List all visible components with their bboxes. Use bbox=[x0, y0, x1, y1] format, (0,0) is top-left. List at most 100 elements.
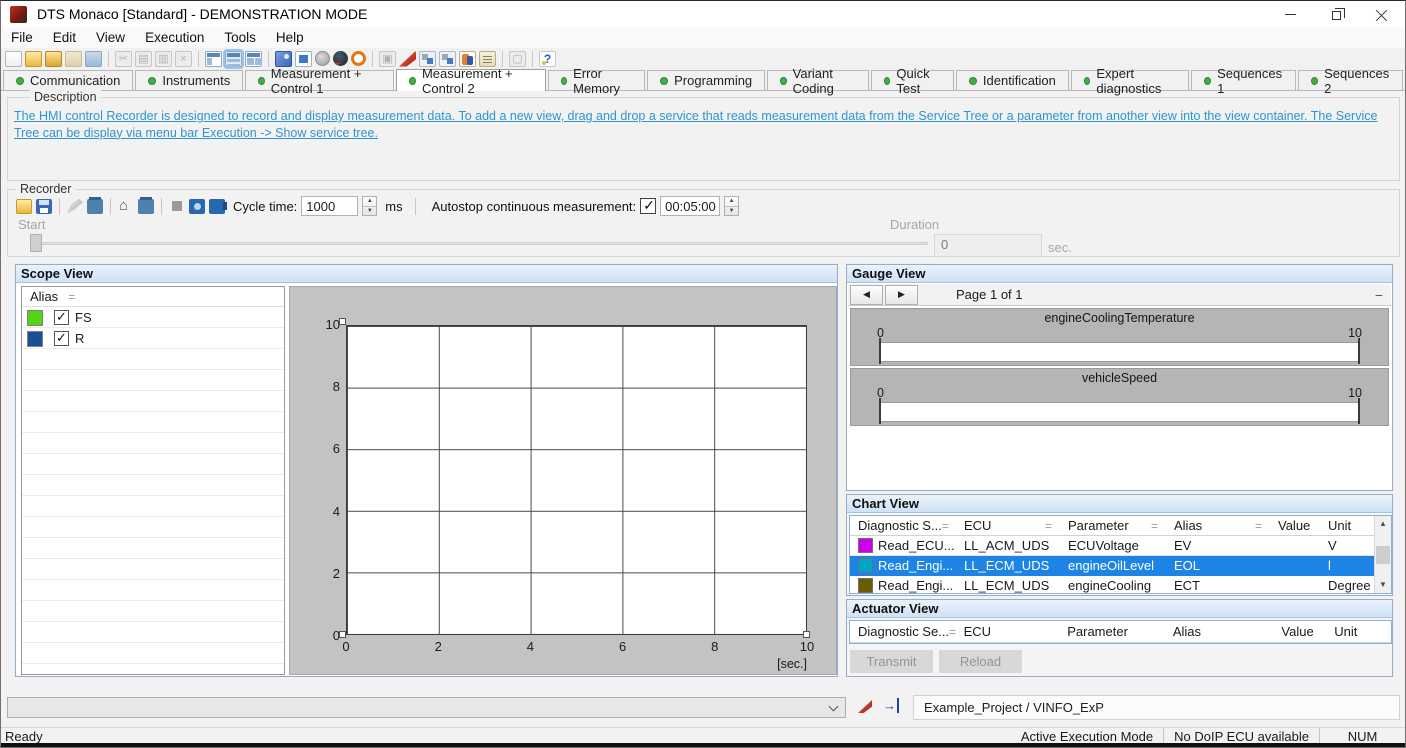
col-alias[interactable]: Alias= bbox=[1166, 516, 1270, 535]
table-row-selected[interactable]: Read_Engi... LL_ECM_UDS engineOilLevel E… bbox=[850, 556, 1391, 576]
tab-quick-test[interactable]: Quick Test bbox=[871, 70, 954, 90]
video-icon[interactable] bbox=[209, 199, 225, 214]
open-recording-icon[interactable] bbox=[16, 199, 32, 214]
delete-icon[interactable]: × bbox=[175, 51, 192, 67]
duration-input[interactable]: 0 bbox=[934, 234, 1042, 257]
col-diagnostic-service[interactable]: Diagnostic S...= bbox=[850, 516, 956, 535]
description-link[interactable]: The HMI control Recorder is designed to … bbox=[14, 108, 1394, 141]
col-diagnostic-service[interactable]: Diagnostic Se...= bbox=[850, 621, 956, 642]
menu-view[interactable]: View bbox=[86, 27, 135, 48]
x-tick: 10 bbox=[800, 639, 814, 654]
record-icon[interactable] bbox=[333, 51, 348, 66]
transmit-button[interactable]: Transmit bbox=[850, 650, 933, 673]
collapse-button[interactable]: − bbox=[1375, 287, 1383, 303]
clear-views-icon[interactable] bbox=[138, 199, 154, 214]
help-icon[interactable]: ? bbox=[539, 51, 556, 67]
open-workspace-icon[interactable] bbox=[65, 51, 82, 67]
copy-icon[interactable]: ▤ bbox=[135, 51, 152, 67]
alias-column-header[interactable]: Alias = bbox=[22, 287, 284, 307]
signal-row-fs[interactable]: FS bbox=[22, 307, 284, 328]
page-next-button[interactable]: ▶ bbox=[885, 285, 918, 305]
col-ecu[interactable]: ECU bbox=[956, 621, 1060, 642]
col-alias[interactable]: Alias bbox=[1165, 621, 1274, 642]
autostop-stepper[interactable]: ▲▼ bbox=[724, 196, 739, 216]
scrollbar-thumb[interactable] bbox=[1376, 546, 1390, 564]
notes-icon[interactable] bbox=[479, 51, 496, 67]
autostop-time-input[interactable]: 00:05:00 bbox=[660, 196, 720, 216]
message-combobox[interactable] bbox=[7, 697, 846, 718]
start-slider-thumb[interactable] bbox=[30, 234, 42, 252]
tab-sequences-2[interactable]: Sequences 2 bbox=[1298, 70, 1403, 90]
scroll-up-icon[interactable]: ▲ bbox=[1375, 516, 1391, 532]
home-icon[interactable] bbox=[118, 199, 134, 214]
stop-icon[interactable] bbox=[172, 201, 182, 211]
tab-instruments[interactable]: Instruments bbox=[135, 70, 243, 90]
save-recording-icon[interactable] bbox=[36, 199, 52, 214]
ecu-access-icon[interactable] bbox=[459, 51, 476, 67]
signal-checkbox[interactable] bbox=[54, 310, 69, 325]
menu-execution[interactable]: Execution bbox=[135, 27, 214, 48]
col-unit[interactable]: Unit bbox=[1326, 621, 1391, 642]
axis-handle[interactable] bbox=[339, 631, 346, 638]
tab-identification[interactable]: Identification bbox=[956, 70, 1069, 90]
save-icon[interactable] bbox=[85, 51, 102, 67]
start-execution-icon[interactable] bbox=[275, 51, 292, 67]
menu-file[interactable]: File bbox=[1, 27, 43, 48]
open-folder-icon[interactable] bbox=[45, 51, 62, 67]
screenshot-icon[interactable]: ▣ bbox=[379, 51, 396, 67]
col-value[interactable]: Value bbox=[1273, 621, 1326, 642]
stop-execution-icon[interactable] bbox=[295, 51, 312, 67]
single-shot-icon[interactable] bbox=[315, 51, 330, 66]
col-parameter[interactable]: Parameter bbox=[1059, 621, 1165, 642]
layout-left-icon[interactable] bbox=[205, 51, 222, 67]
col-value[interactable]: Value bbox=[1270, 516, 1320, 535]
tab-expert-diagnostics[interactable]: Expert diagnostics bbox=[1071, 70, 1189, 90]
clear-icon[interactable] bbox=[87, 199, 103, 214]
tab-sequences-1[interactable]: Sequences 1 bbox=[1191, 70, 1296, 90]
tab-programming[interactable]: Programming bbox=[647, 70, 765, 90]
edit-icon[interactable] bbox=[67, 199, 83, 214]
autostop-checkbox[interactable] bbox=[640, 198, 656, 214]
disconnect-icon[interactable] bbox=[439, 51, 456, 67]
project-enter-icon[interactable]: → bbox=[883, 698, 899, 713]
minimize-button[interactable] bbox=[1267, 1, 1313, 27]
connect-icon[interactable] bbox=[419, 51, 436, 67]
paste-icon[interactable]: ▥ bbox=[155, 51, 172, 67]
menu-edit[interactable]: Edit bbox=[43, 27, 86, 48]
flash-programming-icon[interactable] bbox=[399, 51, 416, 67]
refresh-icon[interactable] bbox=[351, 51, 366, 66]
scroll-down-icon[interactable]: ▼ bbox=[1375, 577, 1391, 593]
tab-variant-coding[interactable]: Variant Coding bbox=[767, 70, 869, 90]
axis-handle[interactable] bbox=[803, 631, 810, 638]
table-row[interactable]: Read_ECU... LL_ACM_UDS ECUVoltage EV V bbox=[850, 536, 1391, 556]
col-parameter[interactable]: Parameter= bbox=[1060, 516, 1166, 535]
restore-button[interactable] bbox=[1313, 1, 1359, 27]
cut-icon[interactable]: ✂ bbox=[115, 51, 132, 67]
tab-communication[interactable]: Communication bbox=[3, 70, 133, 90]
reload-button[interactable]: Reload bbox=[939, 650, 1022, 673]
new-file-icon[interactable] bbox=[5, 51, 22, 67]
page-prev-button[interactable]: ◀ bbox=[850, 285, 883, 305]
window-icon[interactable]: ▢ bbox=[509, 51, 526, 67]
start-slider-track[interactable] bbox=[30, 242, 928, 245]
execute-icon[interactable] bbox=[858, 700, 872, 713]
layout-rows-icon[interactable] bbox=[225, 51, 242, 67]
close-button[interactable] bbox=[1359, 1, 1405, 27]
signal-row-r[interactable]: R bbox=[22, 328, 284, 349]
cycle-time-stepper[interactable]: ▲▼ bbox=[362, 196, 377, 216]
vertical-scrollbar[interactable]: ▲ ▼ bbox=[1374, 516, 1391, 593]
tab-measurement-control-1[interactable]: Measurement + Control 1 bbox=[245, 70, 394, 90]
layout-grid-icon[interactable] bbox=[245, 51, 262, 67]
table-row[interactable]: Read_Engi... LL_ECM_UDS engineCooling EC… bbox=[850, 576, 1391, 594]
col-unit[interactable]: Unit bbox=[1320, 516, 1376, 535]
cycle-time-input[interactable]: 1000 bbox=[301, 196, 358, 216]
menu-tools[interactable]: Tools bbox=[214, 27, 266, 48]
col-ecu[interactable]: ECU= bbox=[956, 516, 1060, 535]
tab-error-memory[interactable]: Error Memory bbox=[548, 70, 645, 90]
snapshot-icon[interactable] bbox=[189, 199, 205, 214]
menu-help[interactable]: Help bbox=[266, 27, 314, 48]
tab-measurement-control-2[interactable]: Measurement + Control 2 bbox=[396, 69, 545, 91]
axis-handle[interactable] bbox=[339, 318, 346, 325]
open-file-icon[interactable] bbox=[25, 51, 42, 67]
signal-checkbox[interactable] bbox=[54, 331, 69, 346]
